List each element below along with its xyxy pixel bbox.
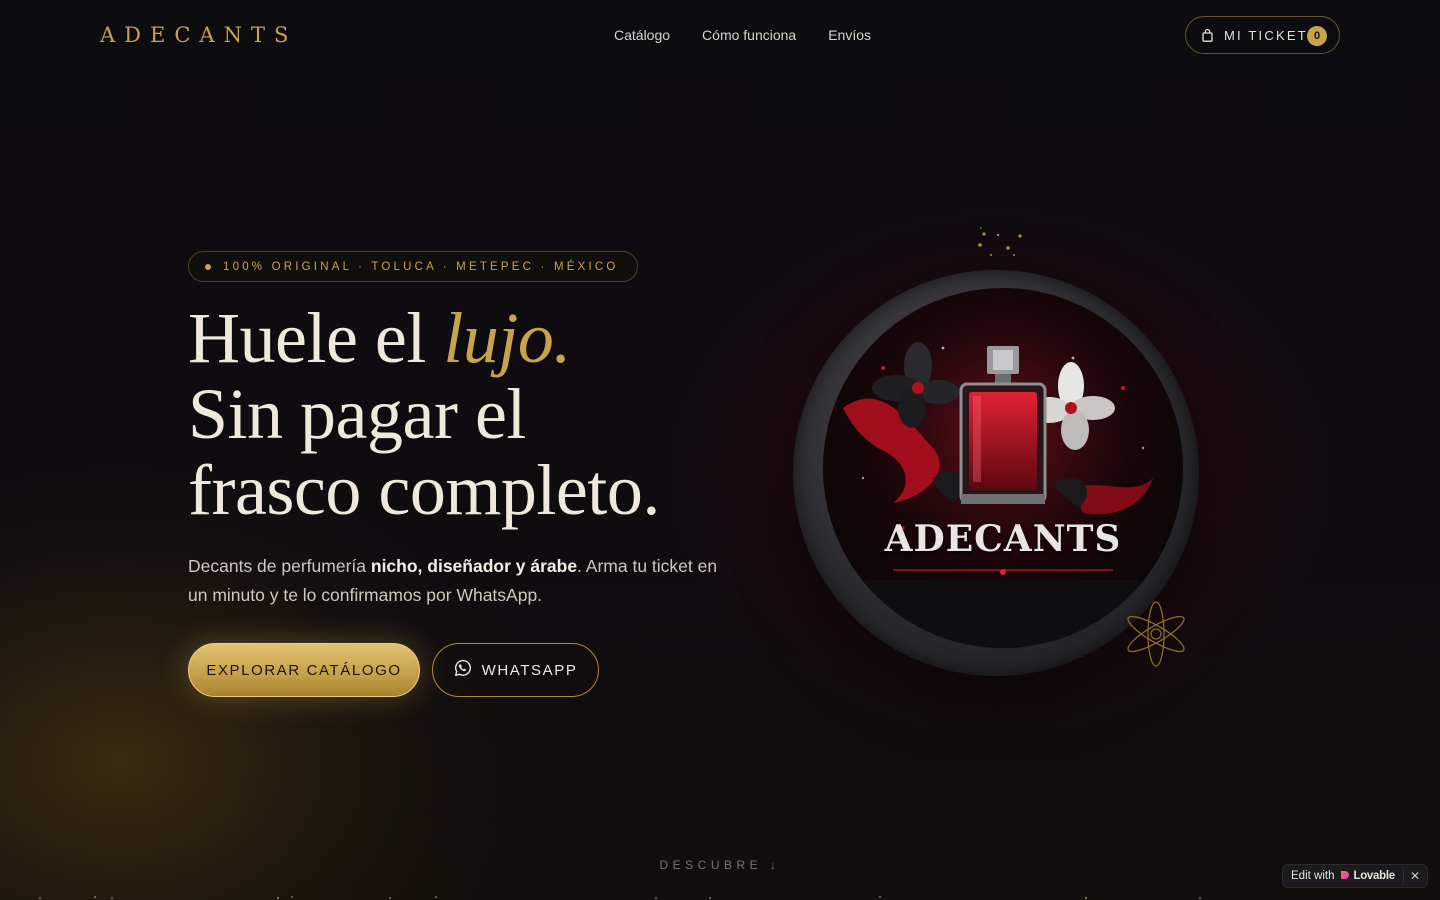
headline-line-1: Huele el lujo. bbox=[188, 300, 660, 376]
whatsapp-button[interactable]: WHATSAPP bbox=[432, 643, 599, 697]
ticket-count-badge: 0 bbox=[1307, 26, 1327, 46]
site-header: ADECANTS Catálogo Cómo funciona Envíos M… bbox=[0, 0, 1440, 70]
headline-line-1-text: Huele el bbox=[188, 298, 444, 378]
whatsapp-button-label: WHATSAPP bbox=[481, 661, 578, 679]
gold-flower-ornament-icon bbox=[1127, 601, 1185, 667]
nav-link-como-funciona[interactable]: Cómo funciona bbox=[702, 24, 796, 46]
lovable-edit-badge[interactable]: Edit with Lovable ✕ bbox=[1282, 864, 1428, 888]
badge-dot-icon bbox=[205, 263, 211, 270]
headline-line-3: frasco completo. bbox=[188, 450, 660, 530]
whatsapp-icon bbox=[454, 659, 472, 681]
landing-page: ADECANTS Catálogo Cómo funciona Envíos M… bbox=[0, 0, 1440, 900]
emblem-wordmark: ADECANTS bbox=[884, 518, 1122, 560]
lead-text-bold: nicho, diseñador y árabe bbox=[370, 556, 578, 576]
hero-headline: Huele el lujo. Sin pagar el frasco compl… bbox=[188, 300, 660, 528]
lovable-brand-text: Lovable bbox=[1353, 870, 1395, 882]
headline-accent-word: lujo. bbox=[443, 298, 571, 378]
perfume-illustration bbox=[823, 288, 1183, 648]
explore-catalog-button[interactable]: EXPLORAR CATÁLOGO bbox=[188, 643, 420, 697]
lead-text-pre: Decants de perfumería bbox=[188, 556, 371, 576]
close-icon[interactable]: ✕ bbox=[1410, 868, 1420, 884]
lovable-prefix: Edit with bbox=[1291, 870, 1335, 882]
origin-badge: 100% ORIGINAL · TOLUCA · METEPEC · MÉXIC… bbox=[188, 251, 638, 282]
brand-logo[interactable]: ADECANTS bbox=[100, 20, 297, 50]
main-nav: Catálogo Cómo funciona Envíos bbox=[614, 24, 871, 46]
lovable-divider bbox=[1403, 868, 1404, 884]
nav-link-envios[interactable]: Envíos bbox=[828, 24, 871, 46]
sparkles-decoration bbox=[978, 227, 1022, 256]
lovable-brand: Lovable bbox=[1340, 870, 1395, 883]
ticket-button[interactable]: MI TICKET 0 bbox=[1185, 16, 1340, 54]
hero-lead: Decants de perfumería nicho, diseñador y… bbox=[188, 552, 718, 610]
nav-link-catalogo[interactable]: Catálogo bbox=[614, 24, 670, 46]
discover-scroll-hint[interactable]: DESCUBRE ↓ bbox=[0, 858, 1440, 872]
emblem-disc: ADECANTS bbox=[823, 288, 1183, 648]
badge-text: 100% ORIGINAL · TOLUCA · METEPEC · MÉXIC… bbox=[223, 260, 619, 273]
headline-line-2: Sin pagar el bbox=[188, 374, 526, 454]
gold-specks-decoration bbox=[39, 895, 1201, 900]
ticket-label: MI TICKET bbox=[1224, 27, 1308, 43]
lovable-heart-icon bbox=[1340, 870, 1350, 883]
shopping-bag-icon bbox=[1200, 28, 1214, 42]
